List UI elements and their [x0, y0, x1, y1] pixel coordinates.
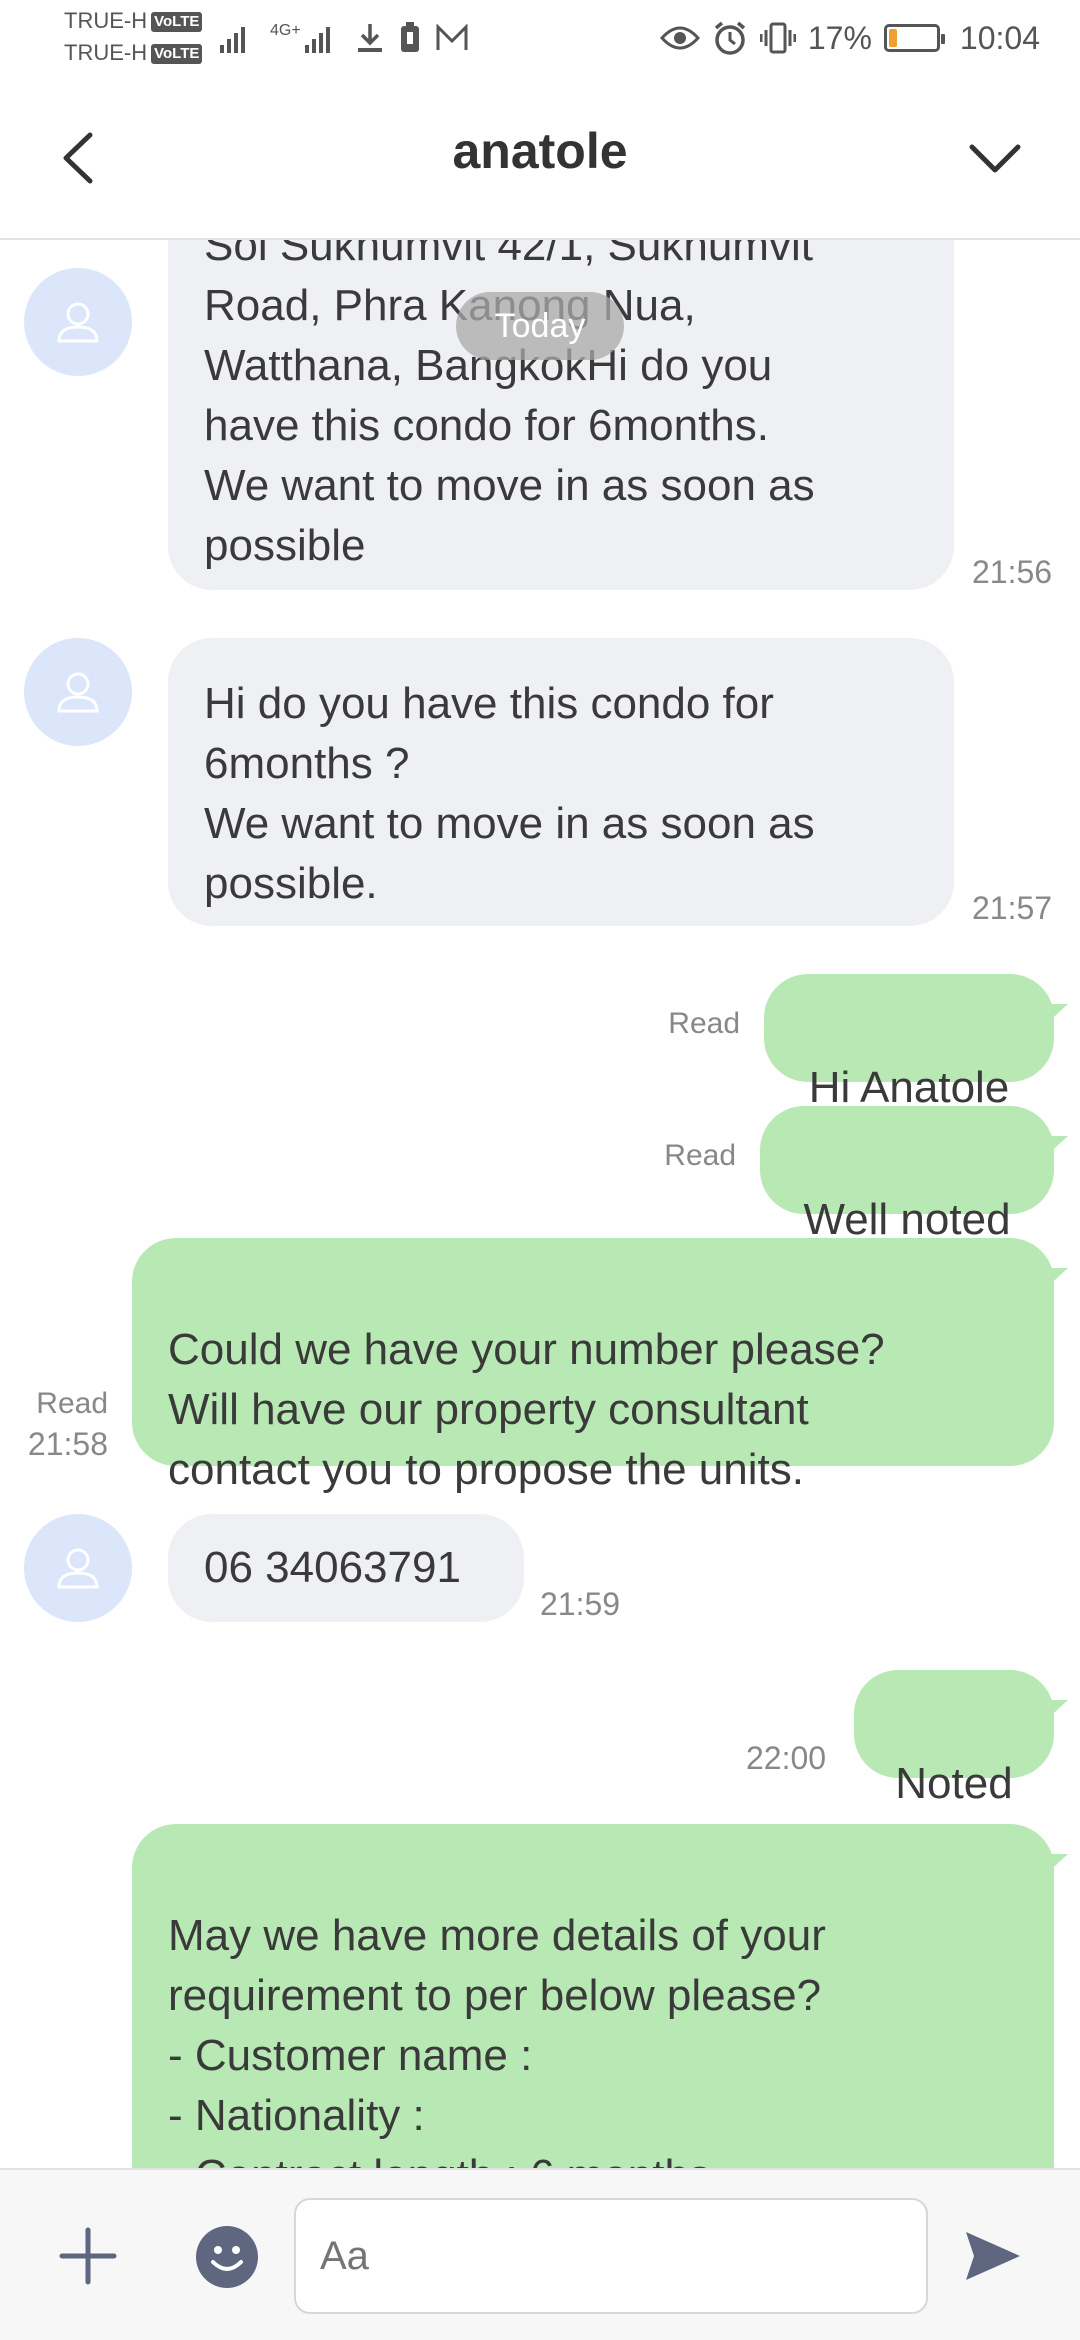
carrier-label-2: TRUE-H VoLTE: [64, 40, 203, 66]
bubble-tail: [1044, 1854, 1068, 1876]
avatar[interactable]: [24, 1514, 132, 1622]
smiley-face-icon: [211, 2246, 243, 2271]
vibrate-icon: [759, 22, 796, 54]
read-receipt: Read: [668, 1007, 740, 1040]
chat-messages-list[interactable]: Soi Sukhumvit 42/1, Sukhumvit Road, Phra…: [0, 240, 1080, 2168]
message-time: 22:00: [746, 1740, 827, 1776]
read-receipt: Read 21:58: [10, 1384, 108, 1464]
battery-level-fill: [888, 29, 897, 47]
eye-icon: [659, 26, 700, 50]
bubble-tail: [1044, 1136, 1068, 1158]
read-status: Read: [36, 1387, 108, 1420]
message-time: 21:58: [27, 1426, 108, 1462]
message-time: 21:57: [972, 890, 1053, 926]
status-bar: TRUE-H VoLTE TRUE-H VoLTE 4G+ 17% 10:04: [0, 0, 1080, 78]
download-icon: [357, 24, 382, 52]
message-text: Hi Anatole: [808, 1063, 1010, 1112]
emoji-icon[interactable]: [196, 2226, 258, 2288]
user-icon: [57, 672, 99, 713]
chat-header: anatole: [0, 78, 1080, 240]
avatar[interactable]: [24, 268, 132, 376]
sim-icon: [400, 22, 419, 52]
message-input[interactable]: [294, 2198, 928, 2314]
outgoing-message-bubble[interactable]: May we have more details of your require…: [132, 1824, 1068, 2168]
date-divider: Today: [456, 292, 624, 360]
message-text: Noted: [895, 1759, 1013, 1808]
bubble-tail: [1044, 1004, 1068, 1026]
message-time: 21:56: [972, 554, 1053, 590]
user-icon: [57, 1548, 99, 1589]
alarm-icon: [714, 21, 745, 55]
incoming-message-bubble[interactable]: Hi do you have this condo for 6months ? …: [168, 638, 954, 926]
outgoing-message-bubble[interactable]: Well noted: [760, 1106, 1068, 1244]
read-receipt: Read: [664, 1139, 736, 1172]
send-icon[interactable]: [960, 2224, 1024, 2288]
signal-icon: [304, 27, 330, 53]
outgoing-message-bubble[interactable]: Hi Anatole: [764, 974, 1068, 1112]
plus-icon[interactable]: [56, 2224, 120, 2288]
outgoing-message-bubble[interactable]: Could we have your number please? Will h…: [132, 1238, 1068, 1494]
message-time: 21:59: [540, 1586, 621, 1622]
carrier-label-1: TRUE-H VoLTE: [64, 8, 203, 34]
mail-icon: [436, 24, 468, 50]
message-text: May we have more details of your require…: [168, 1911, 826, 2168]
avatar[interactable]: [24, 638, 132, 746]
message-input-bar: [0, 2168, 1080, 2340]
status-icons-left: 4G+: [220, 18, 469, 58]
clock-label: 10:04: [959, 19, 1040, 56]
chat-title: anatole: [452, 123, 628, 179]
battery-percent-label: 17%: [807, 19, 872, 56]
chevron-down-icon[interactable]: [960, 123, 1030, 193]
user-icon: [57, 302, 99, 343]
network-type-label: 4G+: [270, 22, 301, 39]
battery-icon: [883, 24, 945, 52]
outgoing-message-bubble[interactable]: Noted: [854, 1670, 1068, 1808]
message-text: Could we have your number please? Will h…: [168, 1325, 885, 1494]
message-text: Well noted: [803, 1195, 1011, 1244]
signal-icon: [220, 27, 245, 53]
bubble-tail: [1044, 1268, 1068, 1290]
status-icons-right: 17% 10:04: [659, 14, 1040, 62]
bubble-tail: [1044, 1700, 1068, 1722]
incoming-message-bubble[interactable]: 06 34063791: [168, 1514, 524, 1622]
